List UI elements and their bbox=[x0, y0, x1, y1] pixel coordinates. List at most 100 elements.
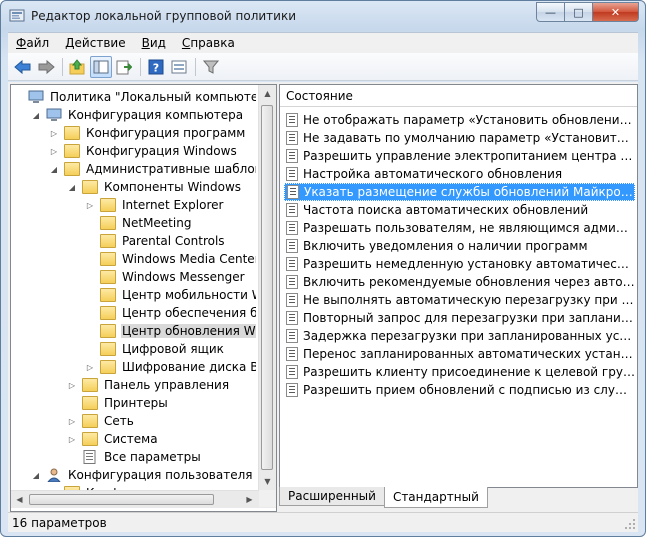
setting-row[interactable]: Разрешить управление электропитанием цен… bbox=[284, 147, 635, 165]
setting-row[interactable]: Не отображать параметр «Установить обнов… bbox=[284, 111, 635, 129]
expand-arrow-icon[interactable]: ▷ bbox=[85, 200, 95, 210]
close-button[interactable]: ✕ bbox=[593, 2, 639, 22]
setting-label: Перенос запланированных автоматических у… bbox=[303, 347, 635, 361]
tree-item[interactable]: ▷ Панель управления bbox=[67, 376, 230, 394]
expand-arrow-icon[interactable]: ▷ bbox=[67, 416, 77, 426]
tree-item[interactable]: ◢ Конфигурация пользователя bbox=[31, 466, 253, 484]
tree-item[interactable]: ◢ Административные шаблоны bbox=[49, 160, 256, 178]
tree-item-label: Конфигурация компьютера bbox=[68, 108, 244, 122]
back-icon bbox=[14, 59, 31, 74]
expand-arrow-icon[interactable]: ▷ bbox=[85, 362, 95, 372]
title-bar[interactable]: Редактор локальной групповой политики — … bbox=[1, 1, 645, 31]
tab-extended[interactable]: Расширенный bbox=[279, 487, 385, 506]
setting-row[interactable]: Разрешить клиенту присоединение к целево… bbox=[284, 363, 635, 381]
tree-item[interactable]: ▷ Шифрование диска BitLocker bbox=[85, 358, 256, 376]
policy-setting-icon bbox=[286, 311, 298, 325]
tree-item[interactable]: Политика "Локальный компьютер" bbox=[13, 88, 256, 106]
tree-item[interactable]: Windows Messenger bbox=[85, 268, 246, 286]
export-list-button[interactable] bbox=[113, 56, 135, 78]
tree-item[interactable]: Центр обновления Windows bbox=[85, 322, 256, 340]
policy-setting-icon bbox=[286, 293, 298, 307]
setting-row[interactable]: Разрешить прием обновлений с подписью из… bbox=[284, 381, 635, 399]
maximize-button[interactable]: □ bbox=[565, 2, 593, 22]
expand-arrow-icon[interactable]: ▷ bbox=[49, 128, 59, 138]
collapse-arrow-icon[interactable]: ◢ bbox=[31, 470, 41, 480]
folder-icon bbox=[82, 432, 98, 446]
forward-button[interactable] bbox=[35, 56, 57, 78]
setting-row[interactable]: Повторный запрос для перезагрузки при за… bbox=[284, 309, 635, 327]
status-bar: 16 параметров bbox=[8, 512, 638, 532]
tree-item[interactable]: NetMeeting bbox=[85, 214, 192, 232]
scroll-thumb[interactable] bbox=[29, 494, 214, 505]
help-button[interactable]: ? bbox=[145, 56, 167, 78]
scroll-left-arrow-icon[interactable]: ◀ bbox=[11, 491, 28, 508]
tree-item-label: Windows Media Center bbox=[122, 252, 256, 266]
show-hide-tree-icon bbox=[93, 60, 109, 73]
scroll-up-arrow-icon[interactable]: ▲ bbox=[259, 85, 276, 102]
collapse-arrow-icon[interactable]: ◢ bbox=[67, 182, 77, 192]
setting-row[interactable]: Включить уведомления о наличии программ bbox=[284, 237, 635, 255]
tree-item[interactable]: ▷ Конфигурация Windows bbox=[49, 142, 238, 160]
toolbar-separator bbox=[140, 57, 141, 76]
tree-item[interactable]: ▷ Система bbox=[67, 430, 159, 448]
tree-item[interactable]: Цифровой ящик bbox=[85, 340, 225, 358]
expand-arrow-icon[interactable]: ▷ bbox=[67, 380, 77, 390]
tree-item[interactable]: ◢ Компоненты Windows bbox=[67, 178, 242, 196]
tree-item[interactable]: Принтеры bbox=[67, 394, 169, 412]
window-title: Редактор локальной групповой политики bbox=[31, 9, 297, 23]
scroll-thumb[interactable] bbox=[261, 105, 273, 470]
setting-label: Включить уведомления о наличии программ bbox=[303, 239, 588, 253]
tab-standard[interactable]: Стандартный bbox=[383, 487, 488, 508]
tree-item-label: Центр обеспечения безопасности bbox=[122, 306, 256, 320]
minimize-button[interactable]: — bbox=[536, 2, 565, 22]
resize-grip-icon[interactable] bbox=[624, 518, 636, 530]
setting-row[interactable]: Разрешить немедленную установку автомати… bbox=[284, 255, 635, 273]
up-one-level-button[interactable] bbox=[67, 56, 89, 78]
scroll-right-arrow-icon[interactable]: ▶ bbox=[241, 491, 258, 508]
tree-item[interactable]: ▷ Конфигурация программ bbox=[49, 124, 246, 142]
folder-icon bbox=[64, 144, 80, 158]
setting-row[interactable]: Разрешать пользователям, не являющимся а… bbox=[284, 219, 635, 237]
tree-item[interactable]: Центр обеспечения безопасности bbox=[85, 304, 256, 322]
tree-item-label: NetMeeting bbox=[122, 216, 192, 230]
tree-item[interactable]: ▷ Сеть bbox=[67, 412, 135, 430]
setting-row[interactable]: Указать размещение службы обновлений Май… bbox=[284, 183, 635, 201]
scroll-down-arrow-icon[interactable]: ▼ bbox=[259, 473, 276, 490]
export-list-icon bbox=[116, 60, 132, 74]
user-icon bbox=[46, 468, 62, 483]
folder-icon bbox=[82, 180, 98, 194]
properties-button[interactable] bbox=[168, 56, 190, 78]
tree-item[interactable]: Parental Controls bbox=[85, 232, 226, 250]
setting-row[interactable]: Не выполнять автоматическую перезагрузку… bbox=[284, 291, 635, 309]
setting-row[interactable]: Включить рекомендуемые обновления через … bbox=[284, 273, 635, 291]
settings-page-icon bbox=[82, 450, 98, 464]
tree-item-label: Система bbox=[104, 432, 158, 446]
setting-row[interactable]: Задержка перезагрузки при запланированны… bbox=[284, 327, 635, 345]
tree-item[interactable]: Центр мобильности Windows bbox=[85, 286, 256, 304]
menu-action[interactable]: Действие bbox=[57, 36, 133, 50]
tree-item[interactable]: ▷ Internet Explorer bbox=[85, 196, 224, 214]
tree-item[interactable]: Windows Media Center bbox=[85, 250, 256, 268]
expand-arrow-icon[interactable]: ▷ bbox=[49, 146, 59, 156]
setting-row[interactable]: Перенос запланированных автоматических у… bbox=[284, 345, 635, 363]
tree-vertical-scrollbar[interactable]: ▲ ▼ bbox=[258, 85, 276, 490]
column-header-state[interactable]: Состояние bbox=[280, 85, 637, 107]
show-hide-tree-button[interactable] bbox=[90, 55, 112, 78]
setting-row[interactable]: Частота поиска автоматических обновлений bbox=[284, 201, 635, 219]
expand-arrow-icon[interactable]: ▷ bbox=[67, 434, 77, 444]
menu-help[interactable]: Справка bbox=[174, 36, 243, 50]
setting-row[interactable]: Не задавать по умолчанию параметр «Устан… bbox=[284, 129, 635, 147]
tree-item-label: Все параметры bbox=[104, 450, 201, 464]
collapse-arrow-icon[interactable]: ◢ bbox=[49, 164, 59, 174]
tree-horizontal-scrollbar[interactable]: ◀ ▶ bbox=[11, 490, 276, 508]
collapse-arrow-icon[interactable]: ◢ bbox=[31, 110, 41, 120]
menu-file[interactable]: Файл bbox=[8, 36, 57, 50]
column-header-label: Состояние bbox=[286, 88, 353, 103]
filter-button[interactable] bbox=[200, 56, 222, 78]
scroll-corner bbox=[259, 490, 276, 507]
setting-row[interactable]: Настройка автоматического обновления bbox=[284, 165, 635, 183]
menu-view[interactable]: Вид bbox=[134, 36, 174, 50]
back-button[interactable] bbox=[12, 56, 34, 78]
tree-item[interactable]: Все параметры bbox=[67, 448, 202, 466]
tree-item[interactable]: ◢ Конфигурация компьютера bbox=[31, 106, 244, 124]
